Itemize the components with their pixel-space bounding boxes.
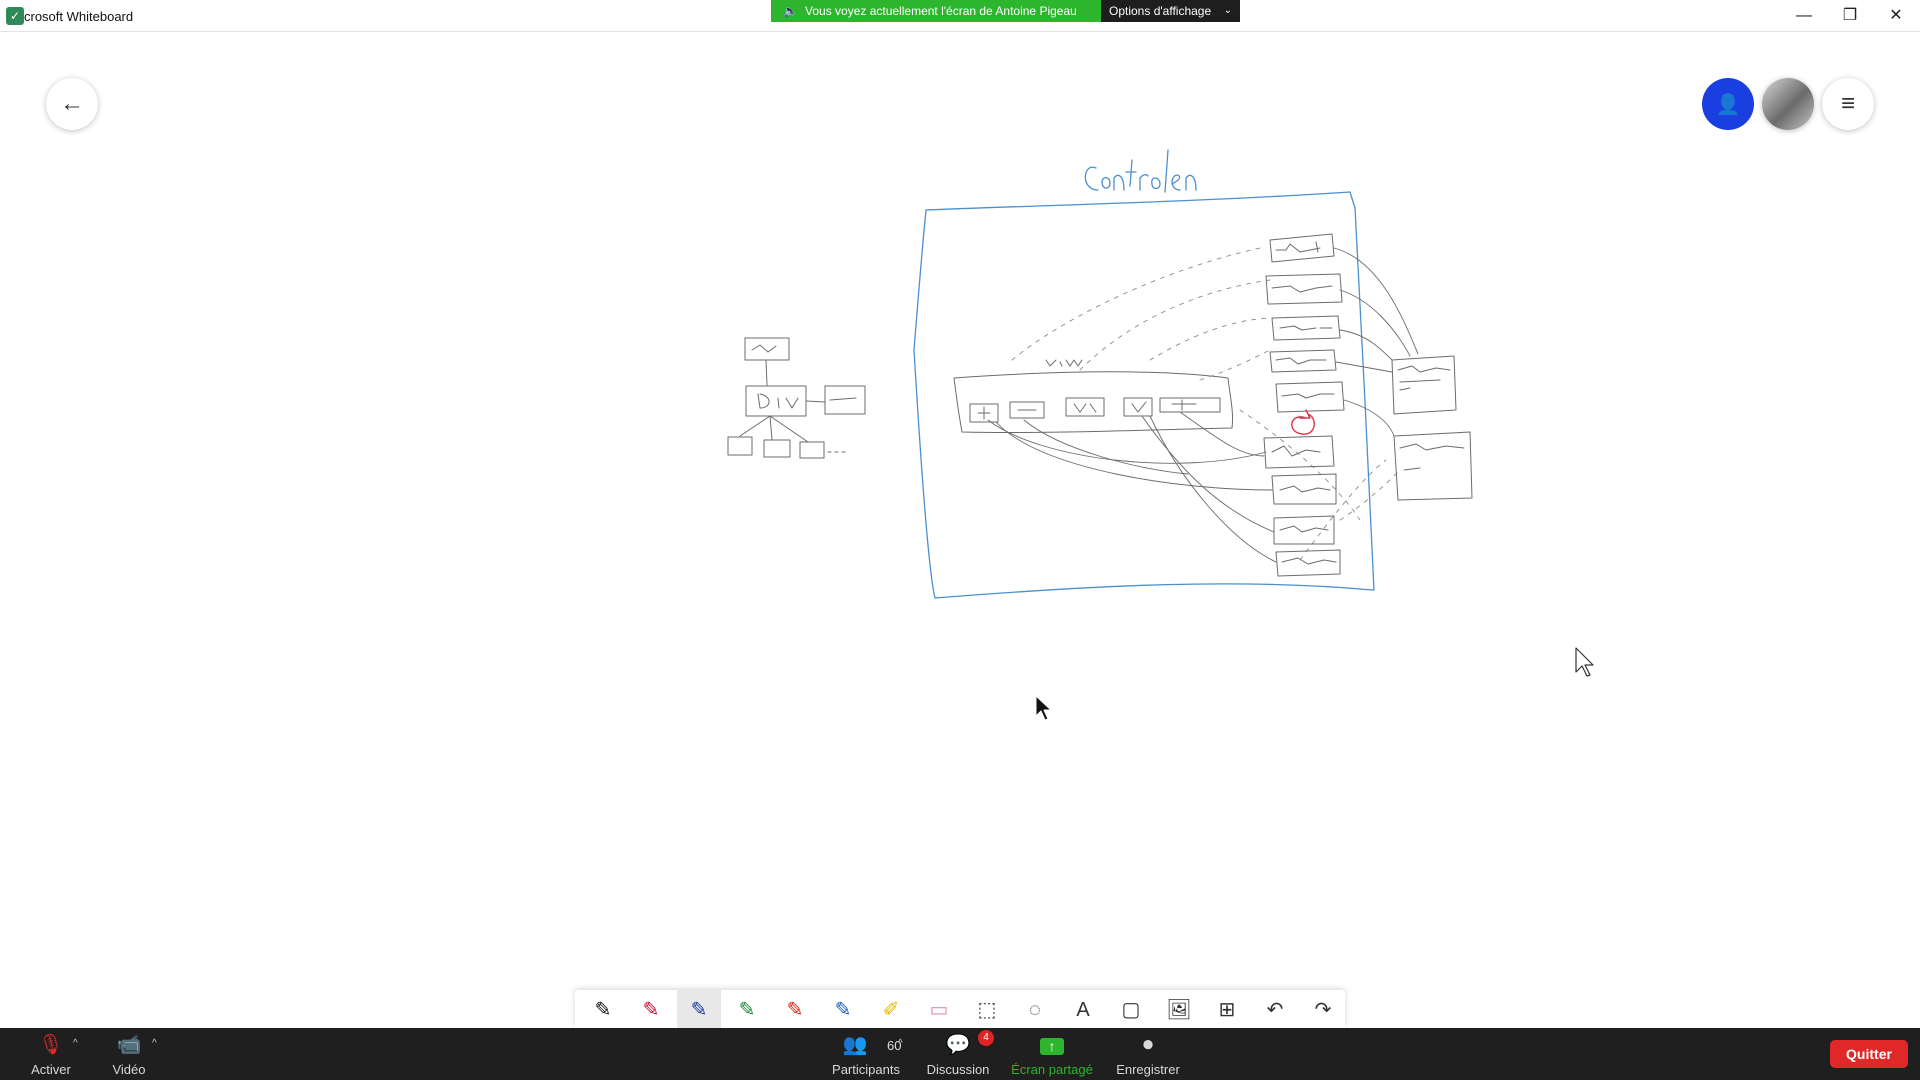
participants-button[interactable]: 👥 60 Participants <box>820 1028 912 1080</box>
share-screen-icon: ↑ <box>1008 1034 1096 1056</box>
blue-pen-tool[interactable]: ✎ <box>677 990 721 1028</box>
menu-button[interactable]: ≡ <box>1822 78 1874 130</box>
video-options-caret[interactable]: ^ <box>152 1038 157 1049</box>
green-pen-icon: ✎ <box>738 999 756 1021</box>
invite-button[interactable]: 👤 <box>1702 78 1754 130</box>
black-pen-tool[interactable]: ✎ <box>581 990 625 1028</box>
blue-pen-2-icon: ✎ <box>834 999 852 1021</box>
controller-title-sketch <box>1084 149 1197 193</box>
share-screen-label: Écran partagé <box>1011 1062 1093 1077</box>
green-pen-tool[interactable]: ✎ <box>725 990 769 1028</box>
share-screen-button[interactable]: ↑ Écran partagé <box>1008 1028 1096 1080</box>
record-label: Enregistrer <box>1116 1062 1180 1077</box>
video-label: Vidéo <box>112 1062 146 1077</box>
record-button[interactable]: ⏺ Enregistrer <box>1110 1028 1186 1080</box>
remote-cursor-icon <box>1575 647 1594 677</box>
video-off-icon: 📹 <box>116 1034 142 1056</box>
undo-tool[interactable]: ↶ <box>1253 990 1297 1028</box>
participants-caret[interactable]: ^ <box>898 1038 903 1049</box>
avatar[interactable] <box>1762 78 1814 130</box>
whiteboard-canvas[interactable] <box>0 0 1920 1080</box>
record-icon: ⏺ <box>1143 1034 1153 1056</box>
insert-tool[interactable]: ⊞ <box>1205 990 1249 1028</box>
eraser-icon: ▭ <box>929 999 949 1021</box>
image-tool[interactable]: 🖼 <box>1157 990 1201 1028</box>
update-boxes-sketch <box>1265 233 1345 413</box>
black-pen-icon: ✎ <box>594 999 612 1021</box>
image-icon: 🖼 <box>1166 999 1192 1021</box>
insert-icon: ⊞ <box>1218 999 1236 1021</box>
connector-lines-sketch <box>987 247 1419 563</box>
lasso-icon: ◌ <box>1029 999 1041 1021</box>
note-icon: ▢ <box>1121 999 1141 1021</box>
unmute-button[interactable]: 🎙 Activer <box>22 1028 80 1080</box>
red-pen-tool[interactable]: ✎ <box>629 990 673 1028</box>
ruler-icon: ⬚ <box>977 999 997 1021</box>
hamburger-menu-icon: ≡ <box>1840 90 1855 117</box>
red-pen-2-tool[interactable]: ✎ <box>773 990 817 1028</box>
drawing-toolbar: ✎ ✎ ✎ ✎ ✎ ✎ ✐ ▭ ⬚ ◌ A ▢ 🖼 ⊞ ↶ ↷ <box>575 990 1345 1028</box>
red-pen-icon: ✎ <box>642 999 660 1021</box>
microphone-muted-icon: 🎙 <box>38 1034 64 1056</box>
eraser-tool[interactable]: ▭ <box>917 990 961 1028</box>
back-arrow-icon: ← <box>60 90 84 117</box>
action-boxes-sketch <box>1263 435 1341 577</box>
text-tool[interactable]: A <box>1061 990 1105 1028</box>
controller-frame-sketch <box>913 191 1375 599</box>
participants-label: Participants <box>832 1062 900 1077</box>
highlighter-tool[interactable]: ✐ <box>869 990 913 1028</box>
chat-button[interactable]: 💬 4 Discussion <box>922 1028 994 1080</box>
blue-pen-2-tool[interactable]: ✎ <box>821 990 865 1028</box>
ruler-tool[interactable]: ⬚ <box>965 990 1009 1028</box>
chat-label: Discussion <box>926 1062 990 1077</box>
mouse-cursor-icon <box>1035 695 1052 721</box>
text-icon: A <box>1076 999 1090 1021</box>
blue-pen-icon: ✎ <box>690 999 708 1021</box>
meeting-control-bar: 🎙 Activer ^ 📹 Vidéo ^ 👥 60 Participants … <box>0 1028 1920 1080</box>
quit-meeting-button[interactable]: Quitter <box>1830 1040 1908 1068</box>
red-cycle-arrow-sketch <box>1291 409 1315 435</box>
highlighter-icon: ✐ <box>882 999 900 1021</box>
redo-icon: ↷ <box>1314 999 1332 1021</box>
back-button[interactable]: ← <box>46 78 98 130</box>
audio-options-caret[interactable]: ^ <box>73 1038 78 1049</box>
add-user-icon: 👤 <box>1715 94 1741 116</box>
unmute-label: Activer <box>31 1062 71 1077</box>
redo-tool[interactable]: ↷ <box>1301 990 1345 1028</box>
lasso-tool[interactable]: ◌ <box>1013 990 1057 1028</box>
model-boxes-sketch <box>1391 355 1473 501</box>
html-tree-sketch <box>727 337 866 459</box>
red-pen-2-icon: ✎ <box>786 999 804 1021</box>
chat-unread-badge: 4 <box>978 1030 994 1046</box>
video-button[interactable]: 📹 Vidéo <box>104 1028 154 1080</box>
undo-icon: ↶ <box>1266 999 1284 1021</box>
note-tool[interactable]: ▢ <box>1109 990 1153 1028</box>
